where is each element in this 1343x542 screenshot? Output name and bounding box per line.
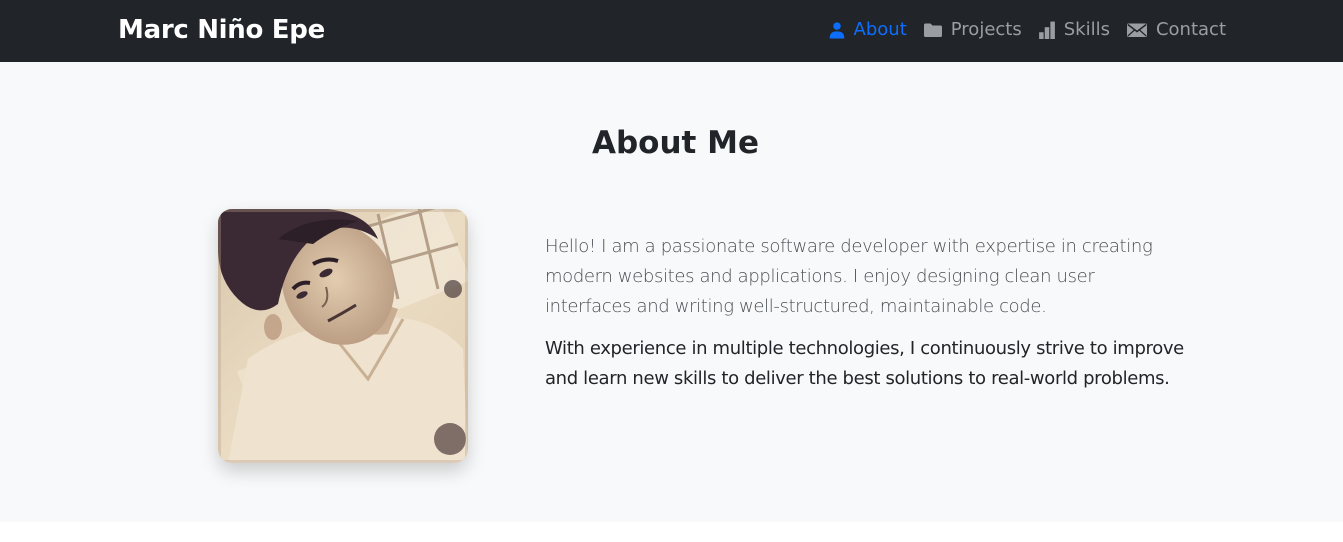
nav-label-about: About [853, 19, 907, 40]
navbar: Marc Niño Epe About Projects Skills Cont… [0, 0, 1343, 62]
experience-paragraph: With experience in multiple technologies… [545, 338, 1184, 389]
about-text: Hello! I am a passionate software develo… [545, 232, 1185, 394]
section-title: About Me [591, 125, 760, 161]
profile-photo [218, 209, 468, 463]
nav-item-about[interactable]: About [828, 17, 907, 43]
nav-label-projects: Projects [950, 19, 1022, 40]
folder-icon [923, 21, 943, 39]
about-section: About Me Hello! I am a passionate softwa… [0, 62, 1343, 522]
brand-name[interactable]: Marc Niño Epe [118, 13, 325, 47]
nav-item-contact[interactable]: Contact [1126, 17, 1226, 43]
envelope-icon [1126, 21, 1148, 39]
intro-paragraph: Hello! I am a passionate software develo… [545, 236, 1153, 317]
nav-label-contact: Contact [1155, 19, 1226, 40]
person-icon [828, 21, 846, 39]
bar-chart-icon [1038, 21, 1056, 39]
nav-item-projects[interactable]: Projects [923, 17, 1022, 43]
nav-item-skills[interactable]: Skills [1038, 17, 1110, 43]
nav-label-skills: Skills [1063, 19, 1110, 40]
nav-menu: About Projects Skills Contact [812, 17, 1226, 43]
